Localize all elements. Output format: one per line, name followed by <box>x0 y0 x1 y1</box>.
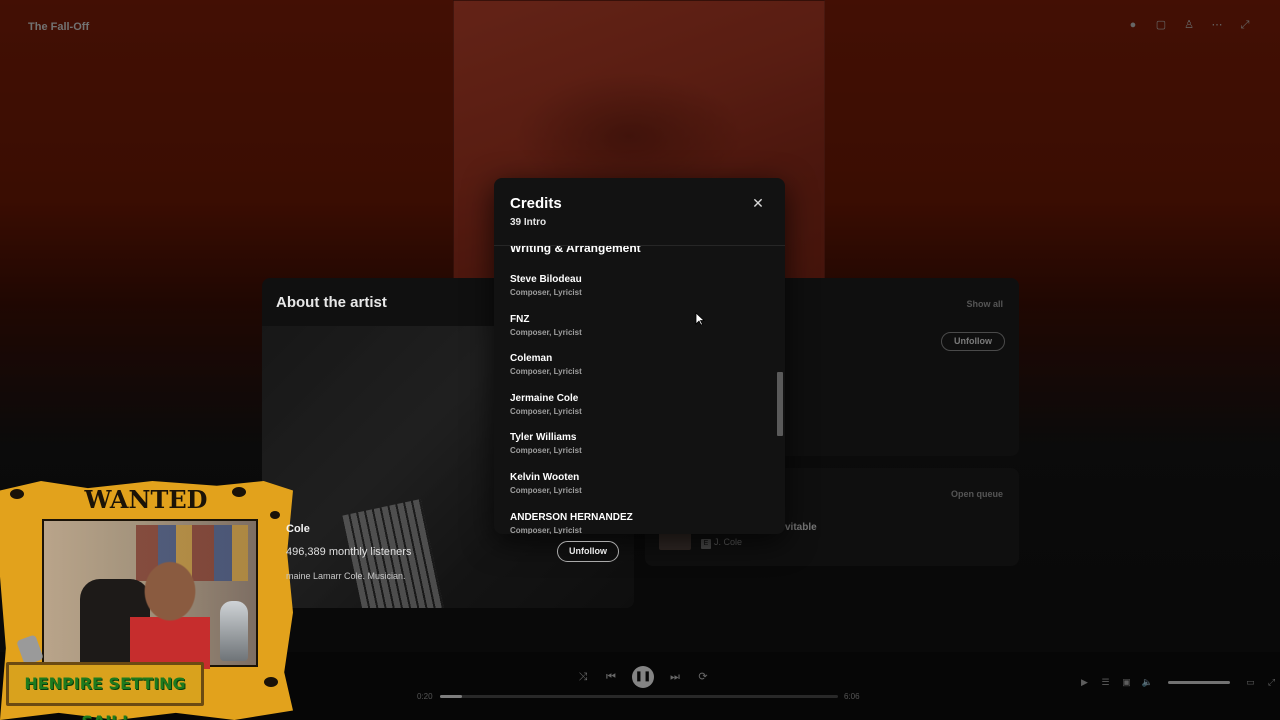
credit-item[interactable]: Kelvin Wooten Composer, Lyricist <box>510 471 633 511</box>
credit-role: Composer, Lyricist <box>510 446 582 456</box>
credits-scroll-area[interactable]: Writing & Arrangement Steve Bilodeau Com… <box>494 246 785 534</box>
credit-name[interactable]: FNZ <box>510 313 633 326</box>
poster-burn-mark <box>232 487 246 497</box>
modal-subtitle: 39 Intro <box>510 217 547 228</box>
credit-name[interactable]: ANDERSON HERNANDEZ <box>510 511 633 524</box>
poster-burn-mark <box>10 489 24 499</box>
monthly-listeners: 496,389 monthly listeners <box>286 546 412 558</box>
poster-burn-mark <box>270 511 280 519</box>
poster-burn-mark <box>264 677 278 687</box>
unfollow-button[interactable]: Unfollow <box>557 541 619 562</box>
streamer <box>130 561 210 669</box>
artist-name[interactable]: Cole <box>286 523 310 535</box>
about-artist-heading: About the artist <box>276 294 387 311</box>
credit-item[interactable]: Coleman Composer, Lyricist <box>510 352 633 392</box>
webcam-feed <box>42 519 258 669</box>
credit-item[interactable]: Jermaine Cole Composer, Lyricist <box>510 392 633 432</box>
credit-name[interactable]: Jermaine Cole <box>510 392 633 405</box>
scrollbar-thumb[interactable] <box>777 372 783 436</box>
streamer-webcam-overlay: WANTED HENPIRE SETTING SAIL! <box>0 481 293 720</box>
credit-item[interactable]: ANDERSON HERNANDEZ Composer, Lyricist <box>510 511 633 534</box>
section-title: Writing & Arrangement <box>510 246 641 255</box>
credit-name[interactable]: Steve Bilodeau <box>510 273 633 286</box>
credit-role: Composer, Lyricist <box>510 485 582 495</box>
wanted-heading: WANTED <box>84 485 208 514</box>
microphone-icon <box>220 601 248 661</box>
credit-item[interactable]: FNZ Composer, Lyricist <box>510 313 633 353</box>
artist-bio: maine Lamarr Cole. Musician. <box>286 571 406 581</box>
credit-role: Composer, Lyricist <box>510 288 582 297</box>
modal-title: Credits <box>510 195 562 212</box>
credit-role: Composer, Lyricist <box>510 406 582 416</box>
close-icon[interactable]: ✕ <box>750 195 766 211</box>
henpire-sign: HENPIRE SETTING SAIL! <box>6 662 204 720</box>
credit-role: Composer, Lyricist <box>510 327 582 337</box>
credit-name[interactable]: Kelvin Wooten <box>510 471 633 484</box>
mouse-cursor-icon <box>695 312 705 326</box>
credit-role: Composer, Lyricist <box>510 367 582 377</box>
sign-text: HENPIRE SETTING SAIL! <box>24 674 186 720</box>
credit-name[interactable]: Coleman <box>510 352 633 365</box>
credits-list: Steve Bilodeau Composer, Lyricist FNZ Co… <box>510 273 633 534</box>
credits-modal: Credits 39 Intro ✕ Writing & Arrangement… <box>494 178 785 534</box>
credit-role: Composer, Lyricist <box>510 525 582 534</box>
credit-item[interactable]: Steve Bilodeau Composer, Lyricist <box>510 273 633 313</box>
credit-name[interactable]: Tyler Williams <box>510 431 633 444</box>
credit-item[interactable]: Tyler Williams Composer, Lyricist <box>510 431 633 471</box>
